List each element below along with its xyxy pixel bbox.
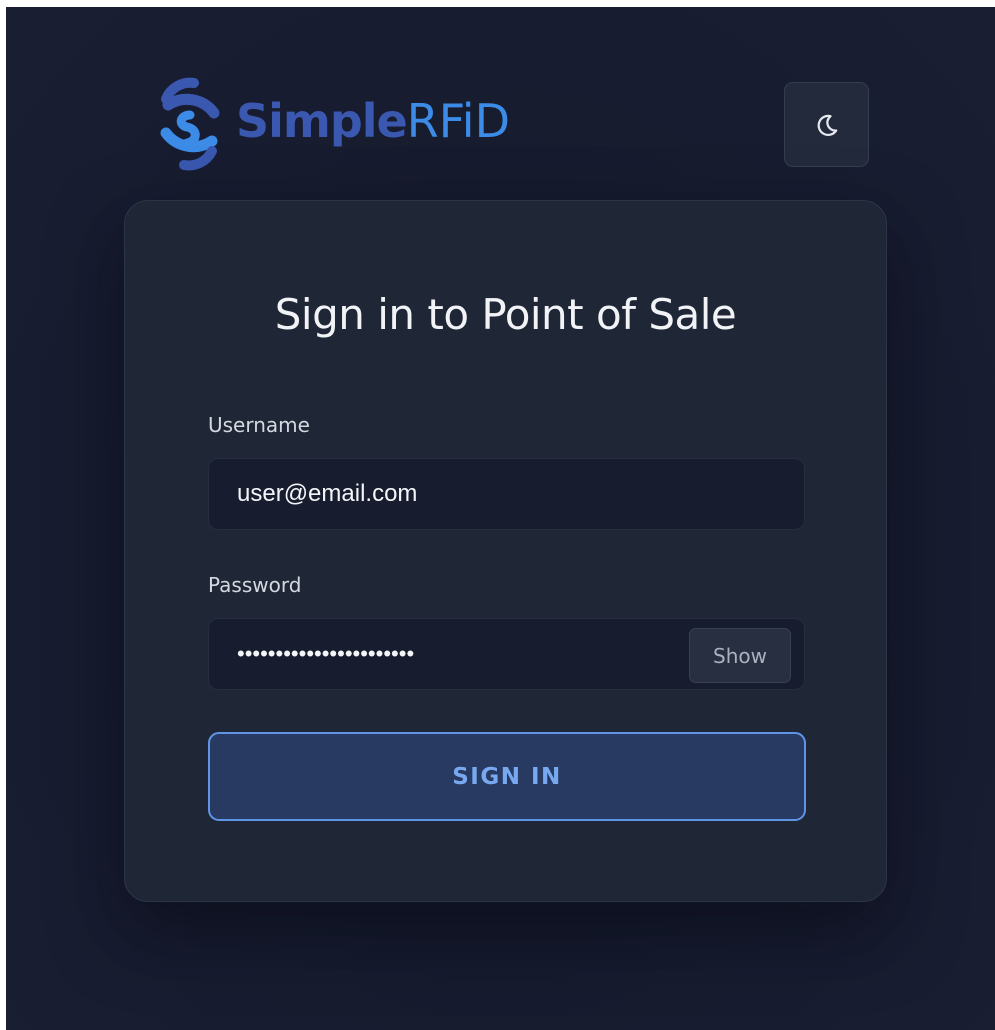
logo: SimpleRFiD bbox=[154, 69, 574, 185]
username-input[interactable] bbox=[209, 459, 804, 529]
logo-wordmark: SimpleRFiD bbox=[236, 89, 510, 153]
username-field-wrapper bbox=[208, 458, 805, 530]
password-field-wrapper: Show bbox=[208, 618, 805, 690]
login-screen: SimpleRFiD Sign in to Point of Sale User… bbox=[6, 7, 995, 1030]
logo-text-rfid: RFiD bbox=[406, 94, 511, 148]
logo-mark-icon bbox=[160, 77, 220, 171]
theme-toggle-button[interactable] bbox=[784, 82, 869, 167]
page-title: Sign in to Point of Sale bbox=[274, 290, 737, 339]
logo-text-simple: Simple bbox=[236, 94, 408, 148]
password-label: Password bbox=[208, 573, 302, 597]
login-card: Sign in to Point of Sale Username Passwo… bbox=[124, 200, 887, 902]
moon-icon bbox=[817, 114, 837, 136]
show-password-button[interactable]: Show bbox=[689, 628, 791, 683]
username-label: Username bbox=[208, 413, 310, 437]
sign-in-button[interactable]: SIGN IN bbox=[208, 732, 806, 821]
